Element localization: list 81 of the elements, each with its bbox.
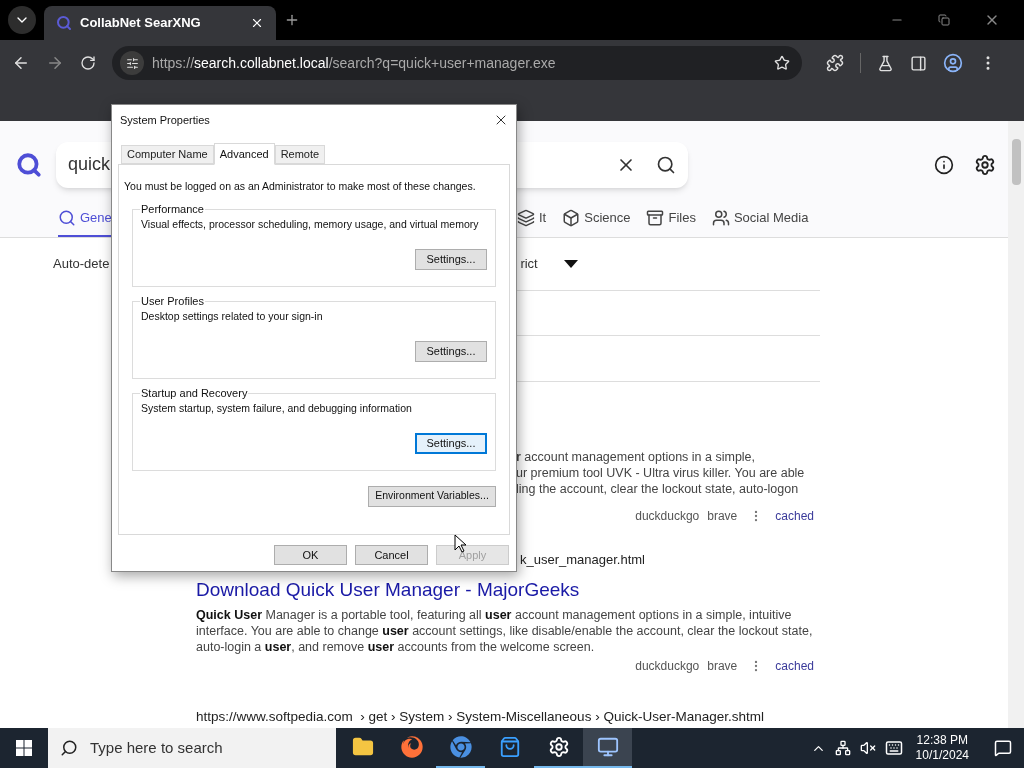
dialog-tab[interactable]: Advanced (213, 143, 275, 165)
result-title[interactable]: Download Quick User Manager - MajorGeeks (196, 575, 814, 604)
logo-icon (16, 151, 42, 178)
tray-icon (646, 208, 665, 227)
result-snippet: ling the account, clear the lockout state, auto-logon (516, 481, 800, 497)
back-icon[interactable] (12, 54, 30, 72)
group-title: Performance (140, 201, 205, 217)
close-icon[interactable] (250, 16, 264, 30)
environment-variables-button[interactable]: Environment Variables... (368, 485, 496, 507)
restore-icon[interactable] (938, 14, 950, 26)
dialog-tab[interactable]: Remote (274, 145, 326, 164)
engine-label: duckduckgo (635, 658, 700, 675)
search-icon (56, 15, 72, 31)
muted-speaker-icon[interactable] (859, 740, 876, 756)
layers-icon (517, 208, 535, 227)
category-tab[interactable]: Science (562, 200, 631, 237)
new-tab-icon[interactable] (284, 12, 300, 28)
result-snippet: ur premium tool UVK - Ultra virus killer. You are able (516, 465, 806, 481)
clock[interactable]: 12:38 PM 10/1/2024 (911, 733, 973, 763)
keyboard-icon[interactable] (884, 739, 903, 757)
engine-label: brave (707, 508, 738, 525)
language-select[interactable]: Auto-dete (53, 254, 110, 274)
dialog-button[interactable]: Cancel (355, 545, 428, 565)
url-text: https://search.collabnet.local/search?q=quick+user+manager.exe (152, 53, 557, 73)
settings-button[interactable]: Settings... (415, 341, 487, 362)
settings-button[interactable]: Settings... (415, 249, 487, 270)
tab-title: CollabNet SearXNG (80, 14, 202, 33)
reload-icon[interactable] (80, 55, 96, 71)
settings-icon[interactable] (974, 153, 996, 176)
cached-link[interactable]: cached (775, 657, 814, 675)
scrollbar[interactable] (1008, 121, 1024, 728)
engine-label: brave (707, 658, 738, 675)
chrome-icon (449, 736, 472, 758)
browser-tab[interactable]: CollabNet SearXNG (44, 6, 276, 40)
category-tab[interactable]: Files (646, 200, 696, 237)
bookmark-star-icon[interactable] (774, 55, 790, 71)
network-icon[interactable] (834, 740, 851, 756)
result-snippet: Quick User Manager is a portable tool, featuring all user account management options in a simple, intuitive interface. You are able to change user account settings, like disable/enable the account, clear the lockout state, auto-login a user, and remove user accounts from the welcome screen. (196, 607, 814, 655)
taskbar-search-field[interactable]: Type here to search (48, 728, 336, 768)
mouse-cursor-icon (454, 534, 466, 553)
result-url: https://www.softpedia.com › get › System › System-Miscellaneous › Quick-User-Manager.shtml (196, 708, 765, 726)
notice-text: You must be logged on as an Administrator to make most of these changes. (124, 179, 476, 194)
dialog-tab[interactable]: Computer Name (121, 145, 214, 164)
cube-icon (562, 208, 581, 227)
settings-icon (547, 736, 570, 758)
side-panel-icon[interactable] (910, 54, 927, 72)
group-title: Startup and Recovery (140, 385, 249, 401)
extensions-icon[interactable] (826, 54, 844, 72)
group-title: User Profiles (140, 293, 205, 309)
cached-link[interactable]: cached (775, 507, 814, 525)
folder-icon (351, 736, 374, 758)
dropdown-icon (563, 260, 578, 268)
profile-icon[interactable] (943, 53, 963, 73)
flask-icon[interactable] (877, 54, 894, 72)
search-icon (60, 739, 78, 757)
info-icon[interactable] (934, 154, 954, 175)
result-url: k_user_manager.html (520, 551, 645, 569)
store-icon (498, 736, 521, 758)
people-icon (711, 208, 730, 227)
monitor-icon (596, 736, 619, 758)
dialog-button[interactable]: OK (274, 545, 347, 565)
search-text: quick (68, 153, 111, 177)
forward-icon[interactable] (46, 54, 64, 72)
category-tab[interactable]: It (517, 200, 547, 237)
firefox-icon (400, 736, 423, 758)
windows-logo-icon[interactable] (16, 740, 32, 756)
settings-button[interactable]: Settings... (415, 433, 487, 454)
search-icon[interactable] (656, 154, 676, 175)
safe-search-select[interactable]: rict (520, 254, 591, 274)
window-title: System Properties (120, 112, 211, 128)
group-description: System startup, system failure, and debugging information (141, 401, 413, 417)
site-settings-icon[interactable] (125, 56, 139, 70)
engine-label: duckduckgo (635, 508, 700, 525)
group-description: Visual effects, processor scheduling, memory usage, and virtual memory (141, 217, 480, 233)
result-snippet: r account management options in a simple, (516, 449, 757, 465)
group-description: Desktop settings related to your sign-in (141, 309, 324, 325)
address-bar[interactable]: https://search.collabnet.local/search?q=quick+user+manager.exe (112, 46, 802, 80)
notification-icon[interactable] (994, 739, 1012, 757)
category-tab[interactable]: Social Media (711, 200, 809, 237)
tab-list-button[interactable] (8, 6, 36, 34)
search-icon (58, 208, 76, 227)
